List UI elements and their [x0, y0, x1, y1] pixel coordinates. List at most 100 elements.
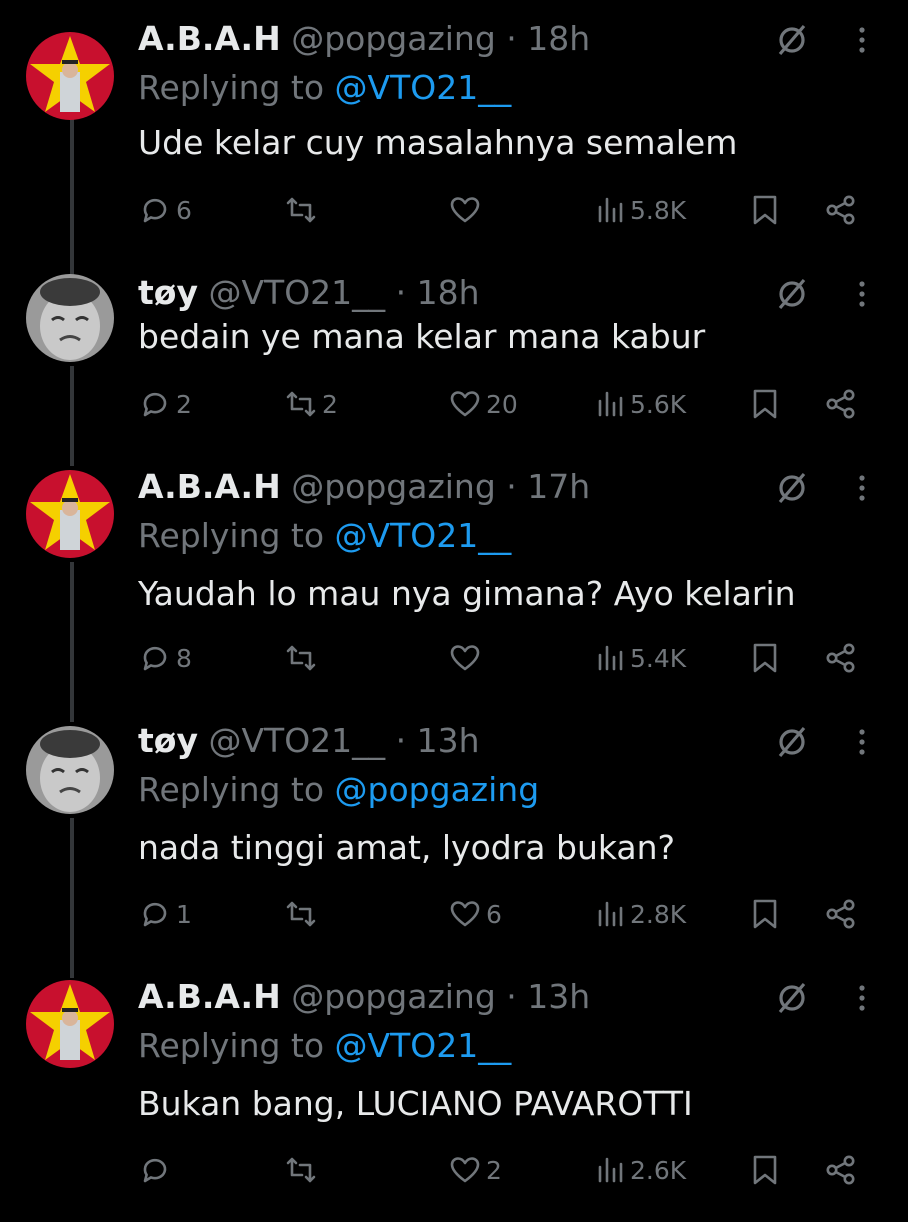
views-button[interactable]: 5.8K	[596, 190, 686, 230]
bookmark-icon	[753, 899, 777, 929]
timestamp[interactable]: 18h	[417, 273, 480, 312]
retweet-button[interactable]	[284, 190, 322, 230]
tweet[interactable]: A.B.A.H @popgazing · 18h Replying to @VT…	[0, 14, 908, 264]
views-button[interactable]: 5.4K	[596, 638, 686, 678]
retweet-button[interactable]	[284, 1150, 322, 1190]
replying-to: Replying to @VTO21__	[138, 1022, 511, 1070]
user-handle[interactable]: @VTO21__	[208, 721, 385, 760]
more-options-icon[interactable]	[850, 982, 874, 1014]
mention-link[interactable]: @VTO21__	[335, 68, 512, 107]
user-handle[interactable]: @VTO21__	[208, 273, 385, 312]
face-avatar-image	[26, 274, 114, 362]
share-button[interactable]	[824, 638, 858, 678]
bookmark-button[interactable]	[748, 384, 782, 424]
timestamp[interactable]: 13h	[527, 977, 590, 1016]
grok-icon[interactable]	[774, 276, 810, 312]
timestamp[interactable]: 17h	[527, 467, 590, 506]
bookmark-button[interactable]	[748, 190, 782, 230]
view-count: 2.8K	[630, 899, 687, 929]
heart-icon	[450, 901, 480, 927]
mention-link[interactable]: @VTO21__	[335, 516, 512, 555]
retweet-count: 2	[322, 389, 338, 419]
grok-icon[interactable]	[774, 470, 810, 506]
avatar[interactable]	[26, 470, 114, 558]
action-bar: 8 5.4K	[138, 638, 878, 678]
retweet-icon	[286, 1157, 316, 1183]
grok-icon[interactable]	[774, 22, 810, 58]
display-name[interactable]: tøy	[138, 721, 198, 760]
reply-icon	[143, 198, 167, 223]
tweet[interactable]: A.B.A.H @popgazing · 13h Replying to @VT…	[0, 972, 908, 1222]
retweet-button[interactable]	[284, 894, 322, 934]
more-options-icon[interactable]	[850, 472, 874, 504]
avatar[interactable]	[26, 726, 114, 814]
display-name[interactable]: A.B.A.H	[138, 467, 281, 506]
like-button[interactable]	[448, 190, 486, 230]
mention-link[interactable]: @popgazing	[335, 770, 540, 809]
display-name[interactable]: A.B.A.H	[138, 19, 281, 58]
avatar[interactable]	[26, 274, 114, 362]
timestamp[interactable]: 13h	[417, 721, 480, 760]
views-button[interactable]: 2.8K	[596, 894, 686, 934]
share-button[interactable]	[824, 894, 858, 934]
views-button[interactable]: 2.6K	[596, 1150, 686, 1190]
replying-to: Replying to @VTO21__	[138, 64, 511, 112]
separator-dot: ·	[506, 467, 517, 506]
share-icon	[826, 1155, 855, 1185]
more-options-icon[interactable]	[850, 24, 874, 56]
bookmark-icon	[753, 643, 777, 673]
reply-button[interactable]: 2	[138, 384, 192, 424]
reply-button[interactable]	[138, 1150, 176, 1190]
more-options-icon[interactable]	[850, 726, 874, 758]
retweet-button[interactable]	[284, 638, 322, 678]
tweet[interactable]: A.B.A.H @popgazing · 17h Replying to @VT…	[0, 462, 908, 712]
avatar[interactable]	[26, 980, 114, 1068]
like-count: 6	[486, 899, 502, 929]
user-handle[interactable]: @popgazing	[291, 977, 496, 1016]
share-button[interactable]	[824, 190, 858, 230]
like-button[interactable]	[448, 638, 486, 678]
retweet-button[interactable]: 2	[284, 384, 338, 424]
tweet-header: A.B.A.H @popgazing · 18h	[138, 14, 590, 64]
avatar[interactable]	[26, 32, 114, 120]
user-handle[interactable]: @popgazing	[291, 19, 496, 58]
bookmark-button[interactable]	[748, 1150, 782, 1190]
reply-button[interactable]: 8	[138, 638, 192, 678]
share-button[interactable]	[824, 384, 858, 424]
action-bar: 2 2 20 5.6K	[138, 384, 878, 424]
display-name[interactable]: tøy	[138, 273, 198, 312]
replying-to-label: Replying to	[138, 68, 325, 107]
star-avatar-image	[26, 470, 114, 558]
display-name[interactable]: A.B.A.H	[138, 977, 281, 1016]
reply-button[interactable]: 6	[138, 190, 192, 230]
face-avatar-image	[26, 726, 114, 814]
view-count: 2.6K	[630, 1155, 687, 1185]
replying-to-label: Replying to	[138, 1026, 325, 1065]
retweet-icon	[286, 197, 316, 223]
tweet-header: A.B.A.H @popgazing · 13h	[138, 972, 590, 1022]
reply-count: 6	[176, 195, 192, 225]
heart-icon	[450, 391, 480, 417]
grok-icon[interactable]	[774, 724, 810, 760]
view-count: 5.4K	[630, 643, 687, 673]
bookmark-icon	[753, 195, 777, 225]
reply-count: 2	[176, 389, 192, 419]
timestamp[interactable]: 18h	[527, 19, 590, 58]
tweet[interactable]: tøy @VTO21__ · 13h Replying to @popgazin…	[0, 716, 908, 966]
bookmark-icon	[753, 389, 777, 419]
heart-icon	[450, 197, 480, 223]
tweet-text: bedain ye mana kelar mana kabur	[138, 317, 706, 356]
reply-button[interactable]: 1	[138, 894, 192, 934]
share-button[interactable]	[824, 1150, 858, 1190]
user-handle[interactable]: @popgazing	[291, 467, 496, 506]
grok-icon[interactable]	[774, 980, 810, 1016]
separator-dot: ·	[506, 977, 517, 1016]
views-button[interactable]: 5.6K	[596, 384, 686, 424]
bookmark-button[interactable]	[748, 638, 782, 678]
mention-link[interactable]: @VTO21__	[335, 1026, 512, 1065]
like-button[interactable]: 2	[448, 1150, 502, 1190]
like-button[interactable]: 20	[448, 384, 518, 424]
bookmark-button[interactable]	[748, 894, 782, 934]
like-button[interactable]: 6	[448, 894, 502, 934]
more-options-icon[interactable]	[850, 278, 874, 310]
